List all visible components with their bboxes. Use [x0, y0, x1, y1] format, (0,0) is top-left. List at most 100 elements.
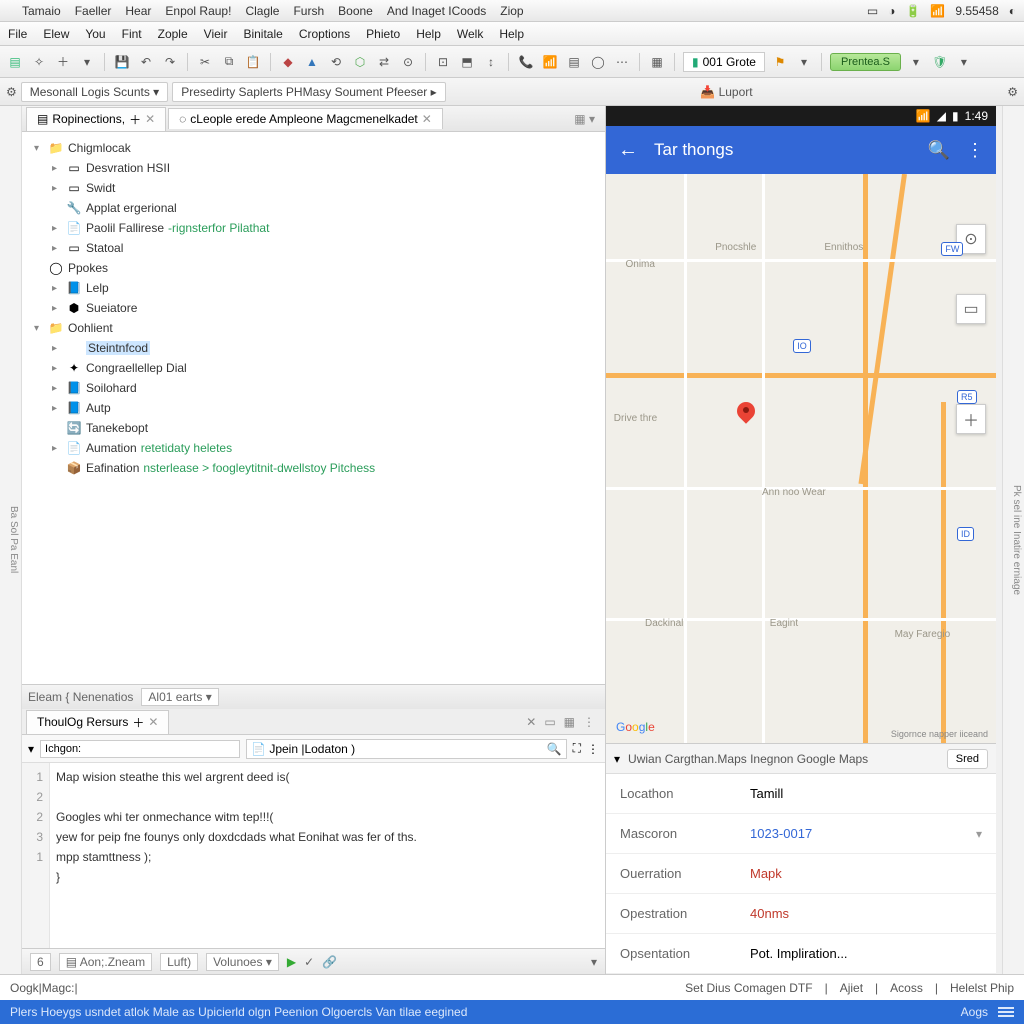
tab-sub[interactable]: ◌cLeople erede Ampleone Magcmenelkadet✕	[168, 108, 443, 129]
tool-icon[interactable]: ⊙	[399, 53, 417, 71]
status-icon[interactable]: 🔗	[322, 955, 337, 969]
tree-node[interactable]: ◯Ppokes	[26, 258, 601, 278]
more-icon[interactable]: ⋮	[966, 140, 984, 161]
new-icon[interactable]: ▤	[6, 53, 24, 71]
property-row[interactable]: OpsentationPot. Impliration...	[606, 934, 996, 974]
mac-menu-item[interactable]: Clagle	[245, 4, 279, 18]
mac-menu-item[interactable]: Tamaio	[22, 4, 61, 18]
tree-node[interactable]: 🔄Tanekebopt	[26, 418, 601, 438]
chevron-down-icon[interactable]: ▾	[614, 752, 620, 766]
tree-node[interactable]: ▸▭Swidt	[26, 178, 601, 198]
import-icon[interactable]: 📥 Luport	[700, 85, 752, 99]
mac-menu-item[interactable]: Fursh	[293, 4, 324, 18]
property-row[interactable]: OuerrationMapk	[606, 854, 996, 894]
tray-icon[interactable]: 📶	[930, 4, 945, 18]
mac-menu-item[interactable]: Boone	[338, 4, 373, 18]
app-menu-item[interactable]: Croptions	[299, 27, 350, 41]
gear-icon[interactable]: ⚙	[1007, 85, 1018, 99]
app-menu-item[interactable]: Help	[499, 27, 524, 41]
chevron-down-icon[interactable]: ▾	[78, 53, 96, 71]
map-marker[interactable]	[735, 402, 757, 424]
property-row[interactable]: Mascoron1023-0017▾	[606, 814, 996, 854]
filter-input[interactable]	[40, 740, 240, 758]
menu-icon[interactable]	[998, 1011, 1014, 1013]
redo-icon[interactable]: ↷	[161, 53, 179, 71]
gear-icon[interactable]: ⚙	[6, 85, 17, 99]
back-icon[interactable]: ←	[618, 139, 638, 162]
tree-node[interactable]: ▸📘Soilohard	[26, 378, 601, 398]
grid-icon[interactable]: ▦	[648, 53, 666, 71]
app-menu-item[interactable]: Welk	[457, 27, 483, 41]
tool-icon[interactable]: ▲	[303, 53, 321, 71]
status-item[interactable]: ▤ Aon;.Zneam	[59, 953, 152, 971]
mac-menu-item[interactable]: Ziop	[500, 4, 523, 18]
cut-icon[interactable]: ✂	[196, 53, 214, 71]
search-icon[interactable]: 🔍	[928, 140, 950, 161]
tree-node[interactable]: ▸📘Autp	[26, 398, 601, 418]
app-menu-item[interactable]: Zople	[158, 27, 188, 41]
status-item[interactable]: Luft)	[160, 953, 198, 971]
app-menu-item[interactable]: Elew	[43, 27, 69, 41]
tool-icon[interactable]: ◆	[279, 53, 297, 71]
status-item[interactable]: Ajiet	[840, 981, 863, 995]
status-item[interactable]: Volunoes ▾	[206, 953, 279, 971]
app-menu-item[interactable]: File	[8, 27, 27, 41]
undo-icon[interactable]: ↶	[137, 53, 155, 71]
status-item[interactable]: Set Dius Comagen DTF	[685, 981, 812, 995]
tree-node[interactable]: ▸⬢Sueiatore	[26, 298, 601, 318]
mac-menu-item[interactable]: Faeller	[75, 4, 112, 18]
tree-node[interactable]: 🔧Applat ergerional	[26, 198, 601, 218]
tool-icon[interactable]: ⬒	[458, 53, 476, 71]
project-tree[interactable]: ▾📁Chigmlocak▸▭Desvration HSII▸▭Swidt🔧App…	[22, 132, 605, 684]
close-icon[interactable]: ✕	[148, 715, 158, 729]
layers-button[interactable]: ▭	[956, 294, 986, 324]
shield-icon[interactable]: 🛡	[931, 53, 949, 71]
tool-icon[interactable]: ↕	[482, 53, 500, 71]
more-icon[interactable]: ⋮	[587, 742, 599, 756]
tray-icon[interactable]: 🔋	[905, 4, 920, 18]
paste-icon[interactable]: 📋	[244, 53, 262, 71]
mac-menu-item[interactable]: Enpol Raup!	[165, 4, 231, 18]
combo[interactable]: Al01 earts ▾	[141, 688, 218, 706]
tool-icon[interactable]: ⇄	[375, 53, 393, 71]
tree-node[interactable]: ▸✦Congraellellep Dial	[26, 358, 601, 378]
tray-icon[interactable]: ◑	[888, 4, 895, 18]
search-icon[interactable]: 🔍	[547, 742, 562, 756]
tab-main[interactable]: ▤Ropinections,＋✕	[26, 107, 166, 131]
code-editor[interactable]: 12231 Map wision steathe this wel argren…	[22, 763, 605, 948]
tray-icon[interactable]: ▭	[867, 4, 878, 18]
grid-icon[interactable]: ▦	[564, 715, 575, 729]
close-icon[interactable]: ✕	[145, 112, 155, 126]
tree-node[interactable]: ▾📁Chigmlocak	[26, 138, 601, 158]
wifi-icon[interactable]: 📶	[541, 53, 559, 71]
chevron-down-icon[interactable]: ▾	[795, 53, 813, 71]
device-selector[interactable]: ▮001 Grote	[683, 52, 765, 72]
chevron-down-icon[interactable]: ▾	[907, 53, 925, 71]
map-view[interactable]: ⊙ ▭ ＋ Google Sigornce napper iiceand Oni…	[606, 174, 996, 743]
status-icon[interactable]: ✓	[304, 955, 314, 969]
app-menu-item[interactable]: Binitale	[243, 27, 282, 41]
grid-icon[interactable]: ▦ ▾	[568, 112, 601, 126]
more-icon[interactable]: ⋮	[583, 715, 595, 729]
tree-node[interactable]: ▸▭Desvration HSII	[26, 158, 601, 178]
expand-icon[interactable]: ⛶	[573, 741, 581, 756]
flag-icon[interactable]: ⚑	[771, 53, 789, 71]
list-icon[interactable]: ▤	[565, 53, 583, 71]
property-row[interactable]: Opestration40nms	[606, 894, 996, 934]
chevron-down-icon[interactable]: ▾	[955, 53, 973, 71]
tree-node[interactable]: ▸📄Aumation retetidaty heletes	[26, 438, 601, 458]
minimize-icon[interactable]: ▭	[544, 715, 555, 729]
search-input[interactable]: 📄 Jpein |Lodaton )🔍	[246, 739, 567, 759]
send-button[interactable]: Sred	[947, 749, 988, 769]
dots-icon[interactable]: ⋯	[613, 53, 631, 71]
copy-icon[interactable]: ⧉	[220, 53, 238, 71]
run-button[interactable]: Prentea.S	[830, 53, 901, 71]
close-icon[interactable]: ✕	[526, 715, 536, 729]
app-menu-item[interactable]: Help	[416, 27, 441, 41]
app-menu-item[interactable]: Vieir	[204, 27, 228, 41]
add-icon[interactable]: ＋	[54, 53, 72, 71]
tree-node[interactable]: ▾📁Oohlient	[26, 318, 601, 338]
save-icon[interactable]: 💾	[113, 53, 131, 71]
tray-icon[interactable]: ◐	[1009, 4, 1016, 18]
tree-node[interactable]: ▸📘Lelp	[26, 278, 601, 298]
